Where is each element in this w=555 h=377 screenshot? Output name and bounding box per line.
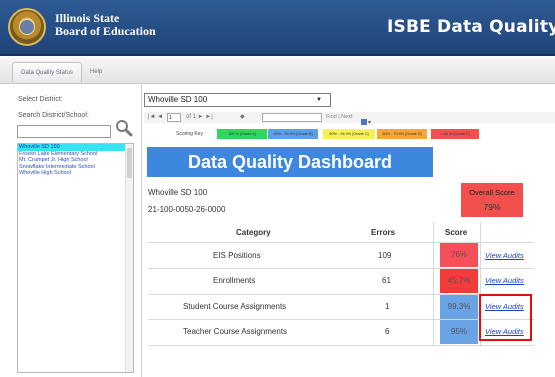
tab-bar: Data Quality Status Help (0, 58, 555, 84)
district-select[interactable]: Whoville SD 100 ▼ (144, 93, 331, 107)
district-select-value: Whoville SD 100 (148, 95, 208, 104)
table-cell-score: 76% (440, 243, 478, 267)
table-divider (433, 222, 434, 345)
scoring-key-grade-a: 100 % [Grade A] (217, 129, 267, 139)
panel-divider (141, 84, 142, 377)
view-audits-link[interactable]: View Audits (485, 251, 524, 260)
school-list[interactable]: Whoville SD 100 Frozen Lake Elementary S… (17, 143, 134, 373)
column-header-score: Score (445, 228, 468, 237)
chevron-down-icon: ▼ (316, 97, 322, 103)
table-divider (148, 345, 534, 346)
brand-name: Illinois State Board of Education (55, 12, 156, 38)
district-code: 21-100-0050-26-0000 (148, 205, 226, 214)
table-cell-score: 99.3% (440, 295, 478, 319)
dashboard-title: Data Quality Dashboard (147, 147, 433, 177)
app-title: ISBE Data Quality Dash (387, 17, 555, 37)
table-cell-errors: 61 (382, 276, 391, 285)
list-scrollbar[interactable] (125, 144, 133, 372)
table-cell-errors: 109 (378, 251, 392, 260)
first-prev-page-buttons[interactable]: |◄ ◄ (148, 112, 163, 123)
app-header: Illinois State Board of Education ISBE D… (0, 0, 555, 56)
table-cell-category: Enrollments (213, 276, 256, 285)
search-icon[interactable] (114, 118, 134, 138)
table-cell-score: 95% (440, 320, 478, 344)
column-header-category: Category (236, 228, 271, 237)
scoring-key-grade-c: 80% - 94.9% [Grade C] (323, 129, 375, 139)
table-cell-errors: 6 (385, 327, 390, 336)
tab-help[interactable]: Help (90, 62, 102, 82)
list-item[interactable]: Mt. Crumpet Jr. High School (18, 157, 133, 164)
table-cell-category: EIS Positions (213, 251, 261, 260)
column-header-errors: Errors (371, 228, 396, 237)
next-last-page-buttons[interactable]: of 1 ► ►| (186, 112, 213, 123)
search-district-label: Search District/School: (18, 112, 89, 119)
report-toolbar: |◄ ◄ 1 of 1 ► ►| ◆ Find | Next (144, 112, 555, 125)
scoring-key-label: Scoring Key : (176, 131, 206, 137)
list-item[interactable]: Snowflake Intermediate School (18, 164, 133, 171)
highlight-box (479, 294, 532, 341)
list-item[interactable]: Whoville High School (18, 170, 133, 177)
overall-score-value: 79% (483, 202, 501, 212)
table-cell-errors: 1 (385, 302, 390, 311)
list-item[interactable]: Frozen Lake Elementary School (18, 151, 133, 158)
export-icon[interactable] (360, 113, 372, 125)
overall-score-box: Overall Score 79% (461, 183, 523, 217)
find-next-button[interactable]: Find | Next (326, 112, 353, 123)
brand-line-2: Board of Education (55, 24, 156, 38)
scoring-key-grade-f: < 60 % [Grade F] (431, 129, 479, 139)
scoring-key-grade-b: 99% - 99.9% [Grade B] (268, 129, 318, 139)
scoring-key-grade-d: 60% - 79.9% [Grade D] (377, 129, 427, 139)
select-district-label: Select District: (18, 96, 63, 103)
table-cell-category: Student Course Assignments (183, 302, 287, 311)
table-cell-score: 45.7% (440, 269, 478, 293)
search-input[interactable] (17, 125, 111, 138)
page-number-input[interactable]: 1 (167, 113, 181, 122)
isbe-seal-logo (8, 8, 46, 46)
table-cell-category: Teacher Course Assignments (183, 327, 288, 336)
overall-score-label: Overall Score (469, 188, 515, 197)
tab-data-quality-status[interactable]: Data Quality Status (12, 62, 82, 82)
view-audits-link[interactable]: View Audits (485, 276, 524, 285)
list-item[interactable]: Whoville SD 100 (18, 144, 126, 151)
find-input[interactable] (262, 113, 322, 122)
zoom-icon[interactable]: ◆ (240, 112, 245, 123)
district-name: Whoville SD 100 (148, 188, 208, 197)
